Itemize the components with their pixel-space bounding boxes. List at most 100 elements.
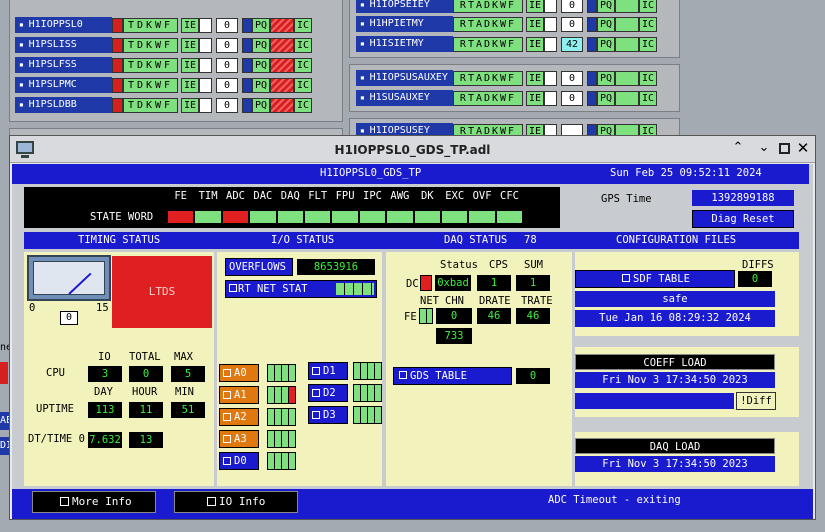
sdf-table-icon: [622, 274, 630, 282]
io-info-button[interactable]: IO Info: [174, 491, 298, 513]
io-adc-cells: [267, 408, 296, 426]
diag-reset-button[interactable]: Diag Reset: [692, 210, 794, 228]
dt-value-2: 13: [129, 432, 163, 448]
bg-row-red-cell: [112, 37, 123, 53]
bg-row-hatch: [270, 17, 294, 33]
io-adc-button-a2[interactable]: A2: [219, 408, 259, 426]
io-adc-button-a0[interactable]: A0: [219, 364, 259, 382]
daq-chn-value: 0: [436, 308, 472, 324]
bg-row-ie: IE: [526, 36, 544, 52]
bg-row-name[interactable]: H1HPIETMY: [356, 16, 453, 32]
section-header-bar: TIMING STATUS I/O STATUS DAQ STATUS 78 C…: [24, 232, 799, 249]
io-button-label: A0: [234, 367, 247, 379]
bg-row-pq: PQ: [252, 57, 270, 73]
io-info-label: IO Info: [219, 495, 266, 508]
bg-row-ic: IC: [294, 17, 312, 33]
window-titlebar[interactable]: H1IOPPSL0_GDS_TP.adl ⌃ ⌄ ✕: [10, 136, 815, 163]
state-bit-label: IPC: [363, 190, 382, 202]
dt-time-label: DT/TIME 0: [28, 433, 85, 445]
bg-row-red-cell: [112, 57, 123, 73]
cpu-max-value: 5: [171, 366, 205, 382]
bg-row-blue-cell: [587, 70, 597, 86]
daq-chn-label: CHN: [445, 295, 464, 307]
bg-row-right[interactable]: H1HPIETMYRTADKWFIE 0 PQ IC: [356, 16, 657, 32]
bg-row-left[interactable]: H1PSLDBB TDKWFIE 0 PQ IC: [15, 97, 312, 113]
bg-row-left[interactable]: H1PSLISS TDKWFIE 0 PQ IC: [15, 37, 312, 53]
maximize-icon[interactable]: ⌄: [756, 140, 772, 156]
bg-row-white-cell: [199, 57, 212, 73]
side-partial-red-block: [0, 362, 8, 384]
bg-row-name[interactable]: H1PSLPMC: [15, 77, 112, 93]
state-bit-label: CFC: [500, 190, 519, 202]
bg-row-pq: PQ: [597, 0, 615, 13]
bg-row-ie: IE: [181, 37, 199, 53]
bg-row-right[interactable]: H1SUSAUXEYRTADKWFIE 0 PQ IC: [356, 90, 657, 106]
bg-row-ic: IC: [639, 16, 657, 32]
io-button-icon: [312, 411, 320, 419]
bg-row-green-cells: [615, 0, 639, 13]
bg-row-name[interactable]: H1PSLFSS: [15, 57, 112, 73]
bg-row-name[interactable]: H1SUSAUXEY: [356, 90, 453, 106]
io-button-icon: [223, 435, 231, 443]
bg-row-ic: IC: [639, 90, 657, 106]
io-adc-button-a1[interactable]: A1: [219, 386, 259, 404]
bg-row-white-cell: [199, 97, 212, 113]
bg-row-blue-cell: [587, 36, 597, 52]
bg-row-name[interactable]: H1IOPSEIEY: [356, 0, 453, 13]
overflows-button[interactable]: OVERFLOWS: [225, 258, 293, 276]
bg-row-blue-cell: [587, 16, 597, 32]
bg-row-left[interactable]: H1IOPPSL0 TDKWFIE 0 PQ IC: [15, 17, 312, 33]
bg-row-name[interactable]: H1ISIETMY: [356, 36, 453, 52]
bg-row-name[interactable]: H1IOPPSL0: [15, 17, 112, 33]
bg-row-name[interactable]: H1PSLDBB: [15, 97, 112, 113]
bg-row-right[interactable]: H1IOPSEIEYRTADKWFIE 0 PQ IC: [356, 0, 657, 13]
io-dac-button-d2[interactable]: D2: [308, 384, 348, 402]
bg-row-hatch: [270, 97, 294, 113]
io-adc-button-d0[interactable]: D0: [219, 452, 259, 470]
io-dac-button-d1[interactable]: D1: [308, 362, 348, 380]
bg-row-value: 0: [561, 90, 583, 106]
io-adc-cells: [267, 452, 296, 470]
gauge-max: 15: [96, 302, 109, 314]
bg-row-hatch: [270, 77, 294, 93]
bg-row-right[interactable]: H1IOPSUSAUXEYRTADKWFIE 0 PQ IC: [356, 70, 657, 86]
io-dac-cells: [353, 362, 382, 380]
gds-table-button[interactable]: GDS TABLE: [393, 367, 512, 385]
bg-row-right[interactable]: H1ISIETMYRTADKWFIE 42 PQ IC: [356, 36, 657, 52]
daq-extra-value: 733: [436, 328, 472, 344]
side-partial-label-2: AE: [0, 412, 9, 430]
bg-row-ie: IE: [526, 90, 544, 106]
daq-load-button[interactable]: DAQ LOAD: [575, 438, 775, 454]
bg-row-left[interactable]: H1PSLFSS TDKWFIE 0 PQ IC: [15, 57, 312, 73]
bg-row-pq: PQ: [252, 77, 270, 93]
bg-row-blue-cell: [242, 77, 252, 93]
minimize-icon[interactable]: ⌃: [730, 140, 746, 156]
daq-trate-label: TRATE: [521, 295, 553, 307]
io-adc-button-a3[interactable]: A3: [219, 430, 259, 448]
rtnet-button[interactable]: RT NET STAT: [225, 280, 377, 298]
bg-row-name[interactable]: H1PSLISS: [15, 37, 112, 53]
sdf-date-value: Tue Jan 16 08:29:32 2024: [575, 310, 775, 327]
daq-load-date-value: Fri Nov 3 17:34:50 2023: [575, 456, 775, 472]
io-button-icon: [223, 369, 231, 377]
rtnet-cells: [336, 283, 374, 295]
restore-icon[interactable]: [779, 143, 790, 154]
state-bit-label: DK: [420, 190, 434, 202]
bg-row-white-cell: [199, 37, 212, 53]
bg-row-left[interactable]: H1PSLPMC TDKWFIE 0 PQ IC: [15, 77, 312, 93]
ltds-indicator: LTDS: [112, 256, 212, 328]
more-info-icon: [60, 497, 69, 506]
bg-row-name[interactable]: H1IOPSUSAUXEY: [356, 70, 453, 86]
sdf-table-button[interactable]: SDF TABLE: [575, 270, 735, 288]
bg-row-pq: PQ: [252, 37, 270, 53]
close-icon[interactable]: ✕: [795, 139, 811, 157]
diff-button[interactable]: !Diff: [736, 392, 776, 410]
daq-sum-value: 1: [516, 275, 550, 291]
io-dac-button-d3[interactable]: D3: [308, 406, 348, 424]
bg-row-status-cells: TDKWF: [123, 77, 178, 93]
io-button-icon: [223, 457, 231, 465]
coeff-load-button[interactable]: COEFF LOAD: [575, 354, 775, 370]
fe-net-cells: [419, 308, 433, 324]
daq-drate-label: DRATE: [479, 295, 511, 307]
more-info-button[interactable]: More Info: [32, 491, 156, 513]
